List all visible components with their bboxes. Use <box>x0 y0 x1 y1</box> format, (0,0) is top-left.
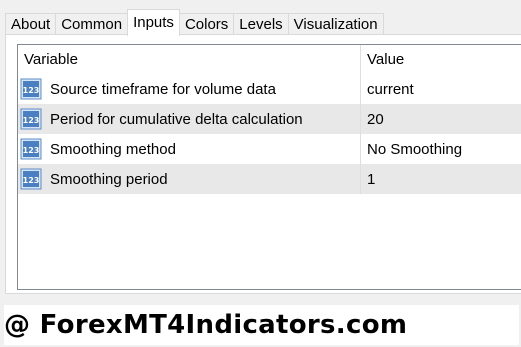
numeric-param-icon: 123 <box>20 138 42 160</box>
table-row[interactable]: 123 Source timeframe for volume data cur… <box>18 74 521 104</box>
table-row[interactable]: 123 Period for cumulative delta calculat… <box>18 104 521 134</box>
inputs-panel: Variable Value 123 Source timeframe for … <box>5 34 521 294</box>
inputs-table: Variable Value 123 Source timeframe for … <box>17 44 521 290</box>
watermark: @ ForexMT4Indicators.com <box>4 305 519 345</box>
tab-visualization[interactable]: Visualization <box>287 13 384 35</box>
column-header-value[interactable]: Value <box>361 45 404 74</box>
variable-value[interactable]: current <box>361 74 414 104</box>
numeric-param-icon: 123 <box>20 78 42 100</box>
variable-value[interactable]: No Smoothing <box>361 134 462 164</box>
variable-name: Smoothing period <box>50 170 168 188</box>
tab-strip: About Common Inputs Colors Levels Visual… <box>5 9 384 36</box>
variable-name: Smoothing method <box>50 140 176 158</box>
numeric-param-icon: 123 <box>20 168 42 190</box>
variable-value[interactable]: 1 <box>361 164 375 194</box>
tab-inputs[interactable]: Inputs <box>127 9 180 36</box>
column-header-variable[interactable]: Variable <box>18 45 361 74</box>
svg-text:123: 123 <box>23 146 40 155</box>
tab-about[interactable]: About <box>5 13 57 35</box>
variable-name: Period for cumulative delta calculation <box>50 110 303 128</box>
svg-text:123: 123 <box>23 116 40 125</box>
table-row[interactable]: 123 Smoothing method No Smoothing <box>18 134 521 164</box>
tab-colors[interactable]: Colors <box>178 13 235 35</box>
svg-text:123: 123 <box>23 176 40 185</box>
svg-text:123: 123 <box>23 86 40 95</box>
variable-name: Source timeframe for volume data <box>50 80 276 98</box>
table-row[interactable]: 123 Smoothing period 1 <box>18 164 521 194</box>
variable-value[interactable]: 20 <box>361 104 384 134</box>
table-header: Variable Value <box>18 45 521 74</box>
tab-common[interactable]: Common <box>55 13 129 35</box>
numeric-param-icon: 123 <box>20 108 42 130</box>
tab-levels[interactable]: Levels <box>233 13 289 35</box>
